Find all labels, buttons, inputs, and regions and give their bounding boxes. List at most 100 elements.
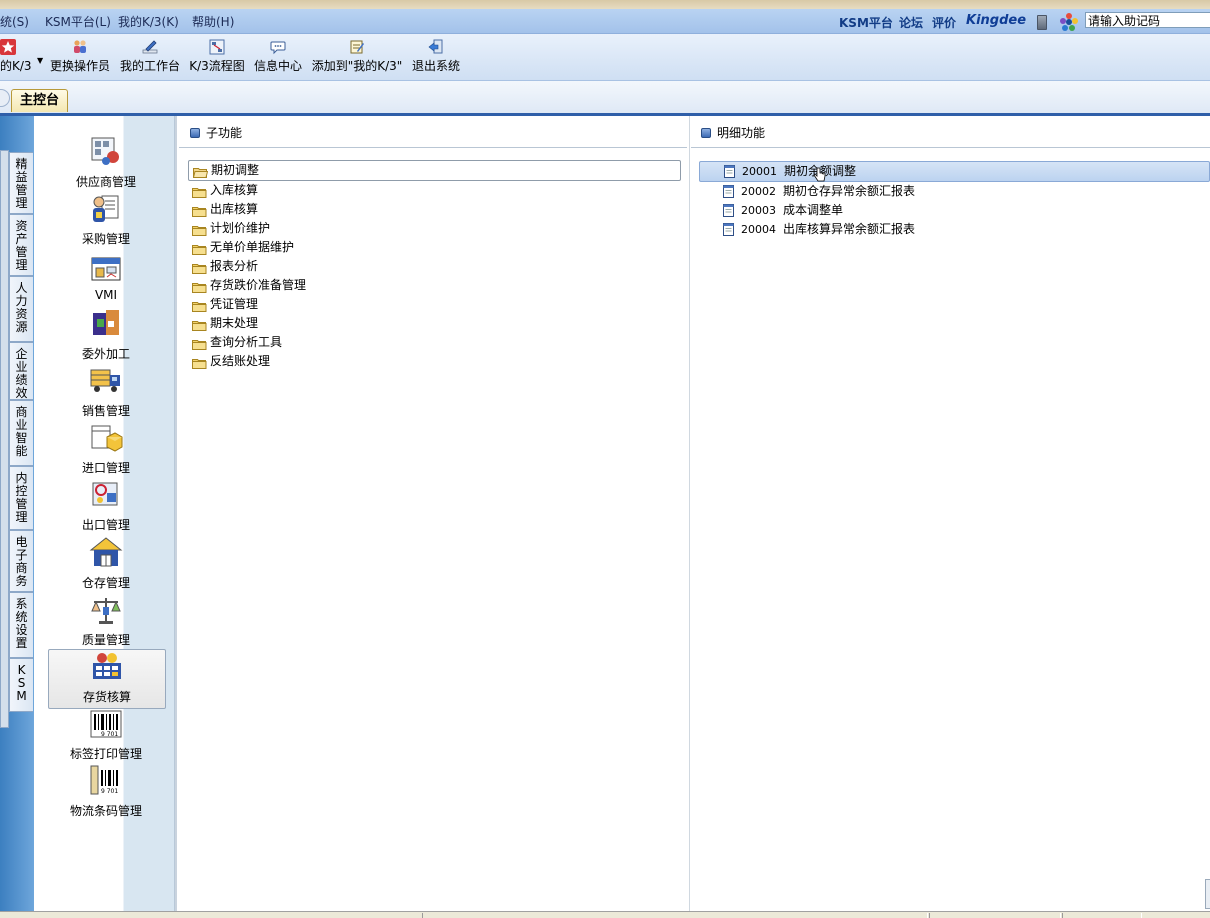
subfunction-item[interactable]: 出库核算 [188,200,681,219]
menu-system[interactable]: 统(S) [0,13,29,30]
my-workbench-button[interactable]: 我的工作台 [119,36,181,78]
nav-item-label: 出口管理 [81,518,130,532]
sales-truck-icon [89,364,123,398]
pen-icon [142,40,158,54]
nav-item-label: 进口管理 [81,461,130,475]
detail-function-item[interactable]: 20004 出库核算异常余额汇报表 [699,220,1210,239]
info-center-button[interactable]: 信息中心 [253,36,303,78]
import-icon [89,421,123,455]
info-center-label: 信息中心 [253,59,302,73]
warehouse-icon [89,536,123,570]
nav-item[interactable]: 采购管理 [48,192,164,247]
nav-item-label: 销售管理 [81,404,130,418]
side-tab[interactable]: KSM [9,658,33,712]
side-tab[interactable]: 系统设置 [9,592,33,658]
side-tab[interactable]: 内控管理 [9,466,33,530]
document-icon [723,204,734,217]
subfunction-item[interactable]: 期初调整 [188,160,681,181]
nav-item[interactable]: 进口管理 [48,421,164,476]
scrollbar-thumb[interactable] [1205,879,1210,909]
nav-item[interactable]: 委外加工 [48,307,164,362]
star-icon [0,39,16,55]
subfunction-tree: 期初调整入库核算出库核算计划价维护无单价单据维护 报表分析存货跌价准备管理 凭证管理… [188,160,681,371]
subfunction-label: 查询分析工具 [210,335,283,349]
svg-text:9 701: 9 701 [101,788,118,795]
nav-item[interactable]: 仓存管理 [48,536,164,591]
flowchart-icon [209,39,225,55]
toolbar: 的K/3 ▼ 更换操作员 我的工作台 K/3流程图 信息中心 添加到"我的K/3… [0,34,1210,81]
mobile-phone-icon[interactable] [1037,15,1047,30]
subfunction-item[interactable]: 存货跌价准备管理 [188,276,681,295]
menu-help[interactable]: 帮助(H) [192,13,234,30]
folder-icon [192,204,207,217]
side-tab[interactable]: 资产管理 [9,214,33,276]
link-review[interactable]: 评价 [932,14,956,31]
detail-function-item[interactable]: 20003 成本调整单 [699,201,1210,220]
home-circle-icon[interactable] [0,89,10,107]
dropdown-arrow-icon[interactable]: ▼ [37,56,43,65]
menu-ksm-platform[interactable]: KSM平台(L) [45,13,111,30]
tab-bar: 主控台 [0,81,1210,116]
mnemonic-search-input[interactable] [1085,12,1210,28]
nav-item-label: 委外加工 [81,347,130,361]
nav-item[interactable]: 销售管理 [48,364,164,419]
folder-icon [192,337,207,350]
subfunction-label: 出库核算 [210,202,259,216]
inventory-accounting-icon [90,650,124,684]
logistics-barcode-icon: 9 701 [89,764,123,798]
subfunction-label: 凭证管理 [210,297,259,311]
k3-flowchart-button[interactable]: K/3流程图 [189,36,245,78]
nav-item[interactable]: 供应商管理 [48,135,164,190]
nav-item[interactable]: 9 701 标签打印管理 [48,707,164,762]
subfunction-item[interactable]: 报表分析 [188,257,681,276]
side-tab[interactable]: 企业绩效 [9,342,33,400]
header-bullet-icon [190,128,200,138]
subfunction-item[interactable]: 入库核算 [188,181,681,200]
menu-my-k3[interactable]: 我的K/3(K) [118,13,179,30]
nav-item[interactable]: 出口管理 [48,478,164,533]
subfunction-header: 子功能 [190,124,242,141]
nav-item[interactable]: 9 701 物流条码管理 [48,764,164,819]
nav-item-label: 采购管理 [81,232,130,246]
exit-system-button[interactable]: 退出系统 [410,36,462,78]
message-icon [270,41,286,55]
detail-name: 出库核算异常余额汇报表 [783,222,916,236]
side-tab[interactable]: 精益管理 [9,152,33,214]
side-tab[interactable]: 电子商务 [9,530,33,592]
users-icon [74,40,86,53]
link-forum[interactable]: 论坛 [899,14,923,31]
export-icon [89,478,123,512]
subfunction-label: 存货跌价准备管理 [210,278,307,292]
tab-main-console[interactable]: 主控台 [11,89,69,112]
folder-icon [192,318,207,331]
subfunction-item[interactable]: 计划价维护 [188,219,681,238]
add-to-my-k3-button[interactable]: 添加到"我的K/3" [309,36,405,78]
detail-code: 20003 [741,204,776,217]
subfunction-item[interactable]: 查询分析工具 [188,333,681,352]
side-tab[interactable]: 人力资源 [9,276,33,342]
subfunction-item[interactable]: 无单价单据维护 [188,238,681,257]
subfunction-label: 计划价维护 [210,221,271,235]
nav-item[interactable]: VMI [48,250,164,302]
nav-item[interactable]: 存货核算 [48,649,166,709]
my-k3-button[interactable]: 的K/3 [0,36,36,78]
nav-item-label: VMI [94,288,118,302]
k3-flowchart-label: K/3流程图 [189,59,245,73]
barcode-label-icon: 9 701 [89,707,123,741]
subfunction-label: 入库核算 [210,183,259,197]
detail-function-item[interactable]: 20002 期初仓存异常余额汇报表 [699,182,1210,201]
nav-item-label: 标签打印管理 [69,747,142,761]
subfunction-item[interactable]: 凭证管理 [188,295,681,314]
side-tab[interactable]: 商业智能 [9,400,33,466]
nav-item[interactable]: 质量管理 [48,593,164,648]
detail-function-item[interactable]: 20001期初余额调整 [699,161,1210,182]
switch-operator-button[interactable]: 更换操作员 [49,36,111,78]
detail-function-list: 20001期初余额调整20002期初仓存异常余额汇报表20003成本调整单200… [699,161,1210,239]
subfunction-label: 期初调整 [211,163,260,177]
side-module-tabs: 精益管理资产管理人力资源企业绩效商业智能内控管理电子商务系统设置KSM [9,152,34,712]
detail-header-rule [691,147,1210,148]
subfunction-item[interactable]: 期末处理 [188,314,681,333]
subfunction-item[interactable]: 反结账处理 [188,352,681,371]
panel-separator [689,116,690,911]
link-ksm-platform[interactable]: KSM平台 [839,14,893,31]
